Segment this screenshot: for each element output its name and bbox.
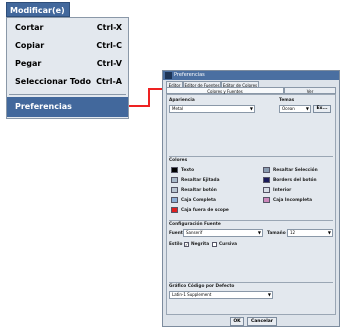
chevron-down-icon: ▼ <box>327 230 331 235</box>
color-swatch-resaltar-boton[interactable] <box>171 187 178 193</box>
app-icon <box>165 72 172 79</box>
menu-title[interactable]: Modificar(e) <box>6 2 70 17</box>
colores-divider <box>169 156 333 157</box>
color-swatch-resaltar-ejitada[interactable] <box>171 177 178 183</box>
chevron-down-icon: ▼ <box>305 106 309 111</box>
menu-item-shortcut: Ctrl-V <box>96 59 122 68</box>
apariencia-label: Apariencia <box>169 98 195 103</box>
color-label-resaltar-ejitada: Resaltar Ejitada <box>181 178 220 183</box>
menu-separator <box>9 94 126 95</box>
menu-item-label: Seleccionar Todo <box>15 77 92 86</box>
negrita-checkbox[interactable]: ✓ <box>184 242 189 247</box>
fuente-divider <box>169 220 333 221</box>
color-swatch-bordes-boton[interactable] <box>263 177 270 183</box>
temas-value: Ocean <box>282 106 295 111</box>
chevron-down-icon: ▼ <box>257 230 261 235</box>
menu-item-preferencias[interactable]: Preferencias <box>7 97 128 117</box>
fuente-select[interactable]: Sanserif ▼ <box>183 229 263 237</box>
edit-menu: Cortar Ctrl-X Copiar Ctrl-C Pegar Ctrl-V… <box>6 17 129 119</box>
color-swatch-caja-incompleta[interactable] <box>263 197 270 203</box>
color-label-caja-fuera-scope: Caja fuera de scope <box>181 208 229 213</box>
color-swatch-texto[interactable] <box>171 167 178 173</box>
cancel-button[interactable]: Cancelar <box>247 317 277 326</box>
menu-item-copiar[interactable]: Copiar Ctrl-C <box>7 36 128 56</box>
chevron-down-icon: ▼ <box>267 292 271 297</box>
estilo-label: Estilo <box>169 242 183 247</box>
tamano-value: 12 <box>290 230 296 235</box>
tab-colores-fuentes[interactable]: Colores y Fuentes <box>166 87 284 94</box>
color-swatch-caja-fuera-scope[interactable] <box>171 207 178 213</box>
menu-item-shortcut: Ctrl-A <box>96 77 122 86</box>
fuente-group-label: Configuración Fuente <box>169 222 221 227</box>
color-label-resaltar-seleccion: Resaltar Selección <box>273 168 318 173</box>
callout-line <box>129 105 149 107</box>
dialog-titlebar: Preferencias <box>163 71 339 80</box>
menu-item-label: Pegar <box>15 59 42 68</box>
color-label-caja-completa: Caja Completa <box>181 198 216 203</box>
menu-item-cortar[interactable]: Cortar Ctrl-X <box>7 18 128 38</box>
color-label-caja-incompleta: Caja Incompleta <box>273 198 312 203</box>
tamano-label: Tamaño <box>267 231 286 236</box>
grafico-label: Gráfico Código por Defecto <box>169 284 235 289</box>
tamano-select[interactable]: 12 ▼ <box>287 229 333 237</box>
dialog-title: Preferencias <box>174 72 205 78</box>
colores-label: Colores <box>169 158 188 163</box>
negrita-label: Negrita <box>191 242 210 247</box>
grafico-divider <box>169 282 333 283</box>
menu-item-shortcut: Ctrl-C <box>96 41 122 50</box>
cursiva-label: Cursiva <box>219 242 238 247</box>
cursiva-checkbox[interactable] <box>212 242 217 247</box>
menu-item-label: Copiar <box>15 41 45 50</box>
color-label-resaltar-boton: Resaltar botón <box>181 188 217 193</box>
menu-item-shortcut: Ctrl-X <box>96 23 122 32</box>
tab-content: Apariencia Metal ▼ Temas Ocean ▼ Ex... C… <box>166 94 336 315</box>
color-swatch-interior[interactable] <box>263 187 270 193</box>
chevron-down-icon: ▼ <box>249 106 253 111</box>
temas-select[interactable]: Ocean ▼ <box>279 105 311 113</box>
apariencia-select[interactable]: Metal ▼ <box>169 105 255 113</box>
grafico-value: Latin-1 Supplement <box>172 292 212 297</box>
color-swatch-resaltar-seleccion[interactable] <box>263 167 270 173</box>
callout-line <box>148 88 150 107</box>
grafico-select[interactable]: Latin-1 Supplement ▼ <box>169 291 273 299</box>
preferences-dialog: Preferencias Editor Editor de Fuentes Ed… <box>162 70 340 327</box>
temas-label: Temas <box>279 98 295 103</box>
color-label-texto: Texto <box>181 168 195 173</box>
menu-item-label: Cortar <box>15 23 44 32</box>
color-label-interior: Interior <box>273 188 292 193</box>
menu-item-label: Preferencias <box>15 102 72 111</box>
tab-ver[interactable]: Ver <box>284 87 336 94</box>
color-label-bordes-boton: Borders del botón <box>273 178 317 183</box>
temas-edit-button[interactable]: Ex... <box>313 105 331 113</box>
fuente-value: Sanserif <box>186 230 203 235</box>
menu-item-seleccionar-todo[interactable]: Seleccionar Todo Ctrl-A <box>7 72 128 92</box>
ok-button[interactable]: OK <box>230 317 244 326</box>
color-swatch-caja-completa[interactable] <box>171 197 178 203</box>
menu-item-pegar[interactable]: Pegar Ctrl-V <box>7 54 128 74</box>
apariencia-value: Metal <box>172 106 184 111</box>
